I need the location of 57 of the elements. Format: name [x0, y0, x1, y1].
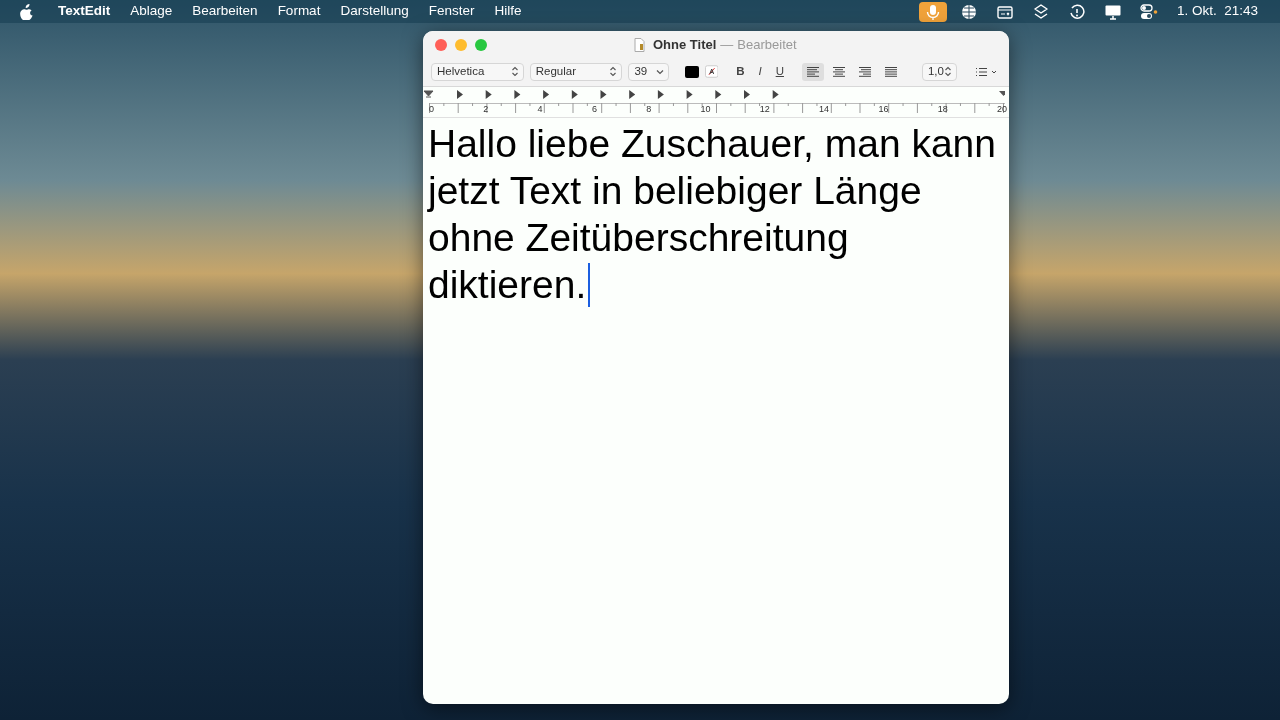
align-left-button[interactable] [801, 62, 824, 81]
menu-item[interactable]: Fenster [418, 1, 485, 22]
menu-bar-clock[interactable]: 1. Okt. 21:43 [1166, 1, 1268, 22]
font-size-combo[interactable]: 39 [628, 62, 670, 81]
underline-button[interactable]: U [771, 62, 788, 81]
ruler-label: 12 [759, 102, 770, 116]
window-icon [996, 3, 1013, 20]
ruler-label: 14 [819, 102, 830, 116]
menu-item[interactable]: Bearbeiten [182, 1, 268, 22]
apple-logo-icon[interactable] [20, 3, 34, 20]
menu-item[interactable]: Ablage [120, 1, 183, 22]
menu-item[interactable]: Darstellung [330, 1, 419, 22]
window-title: Ohne Titel [653, 35, 717, 54]
ruler-label: 8 [646, 102, 652, 116]
ruler-label: 20 [996, 102, 1007, 116]
ruler[interactable]: 0 2 4 6 8 10 12 14 16 18 20 [423, 87, 1009, 118]
bold-button[interactable]: B [732, 62, 749, 81]
document-text-line: jetzt Text in beliebiger Länge [428, 168, 922, 214]
document-icon [634, 37, 645, 52]
ruler-label: 18 [937, 102, 948, 116]
list-icon [975, 66, 997, 77]
ruler-label: 6 [591, 102, 597, 116]
text-color-well[interactable] [685, 65, 699, 78]
ruler-label: 10 [700, 102, 711, 116]
title-separator: — [720, 35, 734, 54]
font-style-popup[interactable]: Regular [529, 62, 623, 81]
document-text-line: diktieren. [428, 262, 587, 308]
display-icon [1104, 3, 1121, 20]
italic-button[interactable]: I [754, 62, 766, 81]
toggles-icon [1139, 3, 1158, 20]
microphone-icon [924, 3, 941, 20]
stepper-icon [510, 66, 519, 77]
text-cursor [588, 262, 591, 307]
globe-icon [960, 3, 977, 20]
font-family-popup[interactable]: Helvetica [431, 62, 524, 81]
clock-icon [1068, 3, 1085, 20]
document-text-line: ohne Zeitüberschreitung [428, 215, 849, 261]
menu-item[interactable]: Hilfe [484, 1, 532, 22]
line-spacing-popup[interactable]: 1,0 [921, 62, 957, 81]
ruler-label: 2 [483, 102, 489, 116]
menu-item[interactable]: Format [267, 1, 331, 22]
layers-icon [1032, 3, 1049, 20]
align-center-icon [831, 65, 846, 78]
stepper-icon [944, 66, 952, 77]
chevron-down-icon [656, 68, 665, 75]
ruler-label: 0 [429, 102, 434, 116]
app-menu[interactable]: TextEdit [48, 1, 121, 22]
stepper-icon [609, 66, 618, 77]
ruler-label: 4 [537, 102, 543, 116]
align-left-icon [805, 65, 820, 78]
highlight-color-icon[interactable] [704, 65, 719, 78]
align-justify-icon [883, 65, 898, 78]
close-button[interactable] [435, 38, 447, 51]
align-right-icon [857, 65, 872, 78]
edited-status: Bearbeitet [737, 35, 797, 54]
document-text-line: Hallo liebe Zuschauer, man kann [428, 121, 996, 167]
ruler-label: 16 [878, 102, 889, 116]
